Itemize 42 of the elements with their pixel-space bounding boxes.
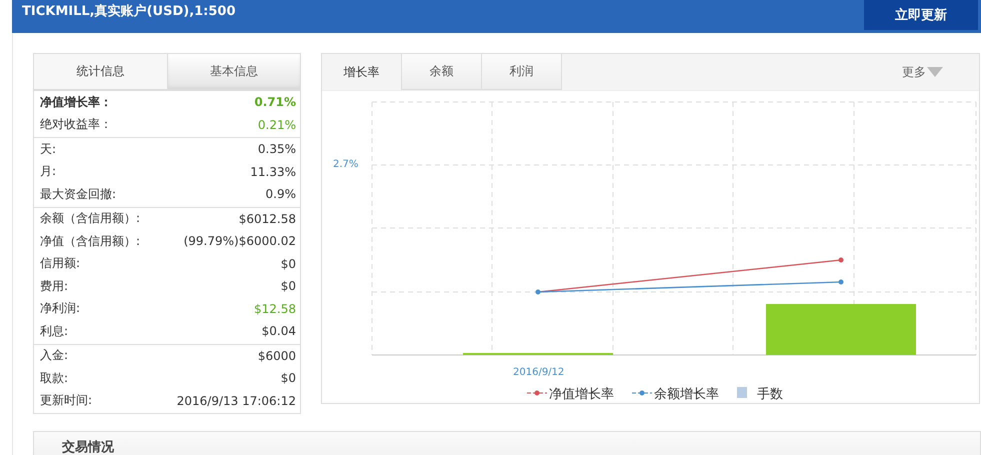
stat-value: 0.21% [258, 118, 296, 132]
stat-value: $0.04 [262, 324, 296, 338]
stat-label: 更新时间: [40, 392, 92, 410]
stat-label: 净值（含信用额）: [40, 232, 140, 250]
y-axis-label: 2.7% [333, 159, 358, 170]
stat-value: 0.35% [258, 142, 296, 156]
stat-value: 0.9% [266, 187, 296, 202]
stat-value: $0 [280, 256, 296, 271]
stats-tab[interactable]: 统计信息 [34, 54, 166, 89]
chart-tab[interactable]: 利润 [482, 54, 562, 90]
stat-label: 余额（含信用额）: [40, 210, 140, 228]
update-button[interactable]: 立即更新 [864, 0, 978, 30]
legend-label[interactable]: 净值增长率 [549, 387, 614, 402]
dropdown-caret-icon [927, 67, 943, 77]
stat-label: 取款: [40, 370, 68, 387]
panel-title: 交易情况 [62, 438, 114, 455]
stat-label: 天: [40, 140, 56, 158]
stat-label: 最大资金回撤: [40, 186, 116, 203]
stat-value: $12.58 [254, 302, 296, 316]
account-title: TICKMILL,真实账户(USD),1:500 [22, 2, 236, 21]
stat-value: 2016/9/13 17:06:12 [176, 394, 296, 408]
stat-label: 费用: [40, 278, 68, 295]
stat-value: 11.33% [250, 164, 296, 179]
stat-label: 利息: [40, 322, 68, 340]
stat-value: (99.79%)$6000.02 [184, 234, 296, 248]
stat-label: 信用额: [40, 255, 80, 272]
more-dropdown[interactable]: 更多 [896, 54, 949, 90]
stat-value: $6012.58 [238, 212, 296, 226]
stat-label: 净利润: [40, 300, 80, 318]
stat-value: $0 [280, 279, 296, 294]
x-axis-label: 2016/9/12 [513, 367, 564, 378]
legend-label[interactable]: 手数 [757, 387, 783, 402]
stat-label: 月: [40, 163, 56, 180]
stats-tab[interactable]: 基本信息 [166, 54, 300, 89]
stat-label: 绝对收益率： [40, 116, 112, 134]
chart-tab[interactable]: 余额 [402, 54, 482, 90]
stat-label: 入金: [40, 347, 68, 364]
stat-value: $6000 [258, 348, 296, 363]
stat-label: 净值增长率： [40, 94, 112, 111]
stat-value: 0.71% [254, 95, 296, 110]
stat-value: $0 [280, 371, 296, 386]
legend-label[interactable]: 余额增长率 [654, 387, 719, 402]
